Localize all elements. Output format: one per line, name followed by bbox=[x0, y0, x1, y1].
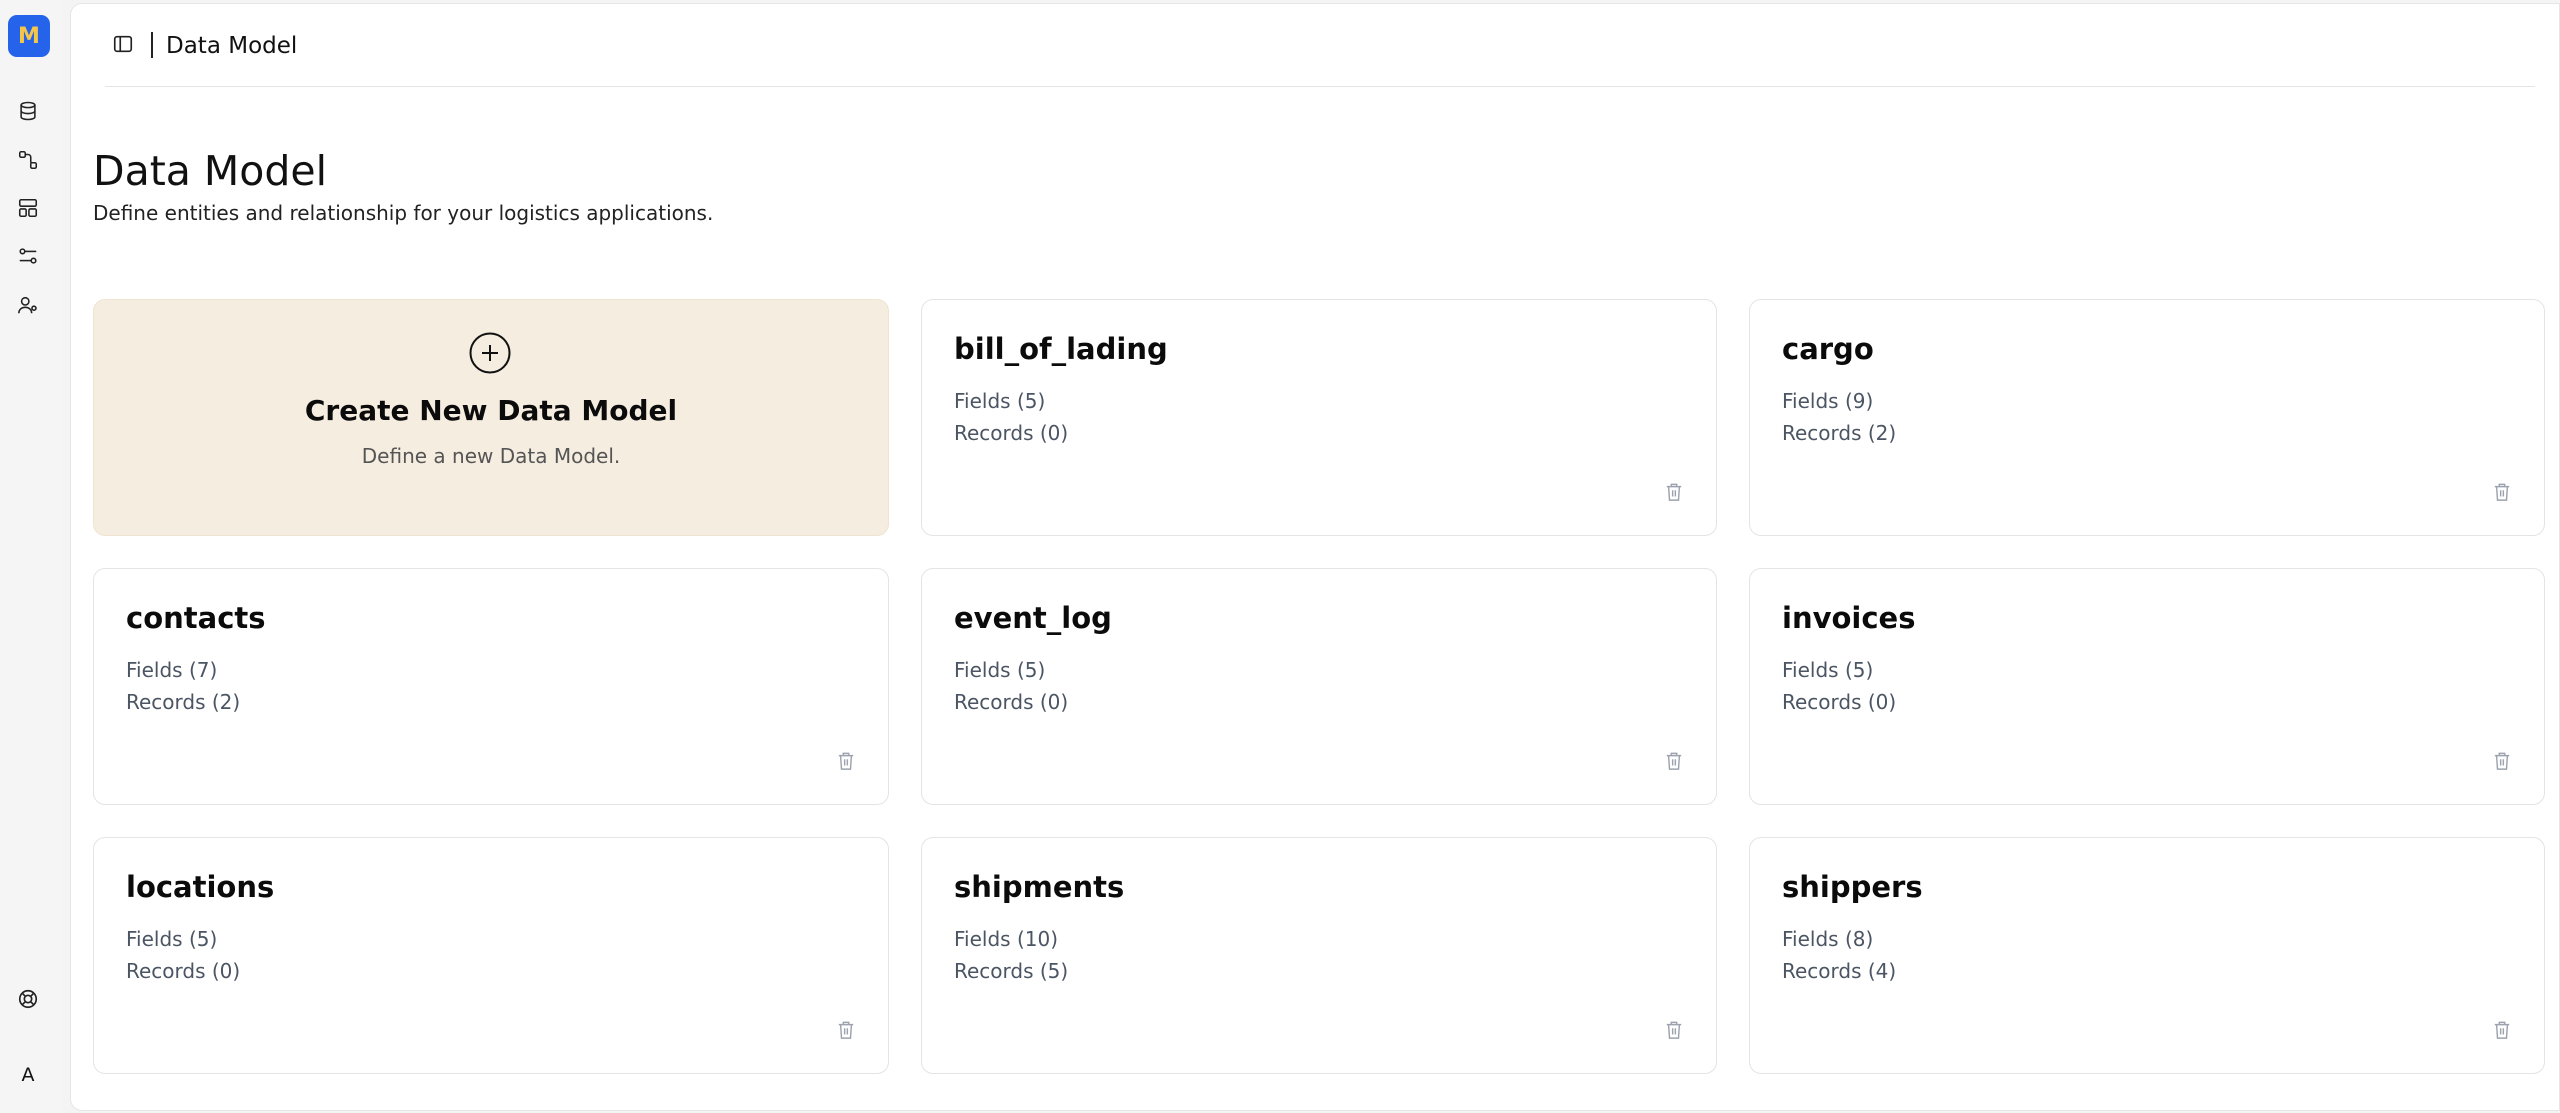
model-records-count: Records (2) bbox=[126, 690, 241, 714]
model-records-count: Records (0) bbox=[954, 690, 1069, 714]
trash-icon[interactable] bbox=[1664, 481, 1684, 503]
data-model-card[interactable]: bill_of_lading Fields (5) Records (0) bbox=[921, 299, 1717, 536]
model-name: bill_of_lading bbox=[954, 332, 1168, 366]
sidebar: M A bbox=[0, 0, 62, 1113]
model-fields-count: Fields (5) bbox=[954, 658, 1046, 682]
model-fields-count: Fields (10) bbox=[954, 927, 1058, 951]
model-name: shippers bbox=[1782, 870, 1923, 904]
model-fields-count: Fields (9) bbox=[1782, 389, 1874, 413]
lifebuoy-icon[interactable] bbox=[15, 986, 41, 1012]
trash-icon[interactable] bbox=[2492, 481, 2512, 503]
data-model-card[interactable]: shippers Fields (8) Records (4) bbox=[1749, 837, 2545, 1074]
model-name: locations bbox=[126, 870, 275, 904]
trash-icon[interactable] bbox=[1664, 1019, 1684, 1041]
model-name: contacts bbox=[126, 601, 266, 635]
model-fields-count: Fields (8) bbox=[1782, 927, 1874, 951]
layout-icon[interactable] bbox=[15, 195, 41, 221]
data-model-card[interactable]: shipments Fields (10) Records (5) bbox=[921, 837, 1717, 1074]
model-records-count: Records (0) bbox=[126, 959, 241, 983]
model-name: invoices bbox=[1782, 601, 1916, 635]
model-name: event_log bbox=[954, 601, 1112, 635]
header-divider bbox=[151, 32, 153, 58]
trash-icon[interactable] bbox=[836, 750, 856, 772]
model-fields-count: Fields (7) bbox=[126, 658, 218, 682]
create-data-model-card[interactable]: Create New Data Model Define a new Data … bbox=[93, 299, 889, 536]
page-title: Data Model bbox=[93, 147, 328, 195]
model-name: cargo bbox=[1782, 332, 1874, 366]
model-records-count: Records (4) bbox=[1782, 959, 1897, 983]
trash-icon[interactable] bbox=[2492, 750, 2512, 772]
database-icon[interactable] bbox=[15, 98, 41, 124]
model-records-count: Records (0) bbox=[1782, 690, 1897, 714]
data-model-card[interactable]: contacts Fields (7) Records (2) bbox=[93, 568, 889, 805]
sidebar-toggle-icon[interactable] bbox=[111, 32, 135, 56]
model-fields-count: Fields (5) bbox=[1782, 658, 1874, 682]
model-records-count: Records (0) bbox=[954, 421, 1069, 445]
trash-icon[interactable] bbox=[2492, 1019, 2512, 1041]
data-model-card[interactable]: cargo Fields (9) Records (2) bbox=[1749, 299, 2545, 536]
model-fields-count: Fields (5) bbox=[954, 389, 1046, 413]
user-avatar[interactable]: A bbox=[10, 1057, 46, 1093]
data-model-card[interactable]: invoices Fields (5) Records (0) bbox=[1749, 568, 2545, 805]
app: M A Data Model Data Model Define entitie… bbox=[0, 0, 2560, 1113]
settings-sliders-icon[interactable] bbox=[15, 243, 41, 269]
header-title: Data Model bbox=[166, 33, 298, 59]
relationships-icon[interactable] bbox=[15, 147, 41, 173]
model-records-count: Records (2) bbox=[1782, 421, 1897, 445]
app-logo[interactable]: M bbox=[8, 15, 50, 57]
page-subtitle: Define entities and relationship for you… bbox=[93, 201, 714, 225]
top-bar bbox=[105, 4, 2535, 87]
data-model-card[interactable]: event_log Fields (5) Records (0) bbox=[921, 568, 1717, 805]
plus-circle-icon bbox=[469, 332, 511, 374]
model-fields-count: Fields (5) bbox=[126, 927, 218, 951]
data-model-card[interactable]: locations Fields (5) Records (0) bbox=[93, 837, 889, 1074]
users-icon[interactable] bbox=[15, 292, 41, 318]
trash-icon[interactable] bbox=[1664, 750, 1684, 772]
create-card-title: Create New Data Model bbox=[304, 394, 678, 427]
create-card-subtitle: Define a new Data Model. bbox=[361, 444, 621, 468]
main-panel: Data Model Data Model Define entities an… bbox=[70, 3, 2560, 1111]
trash-icon[interactable] bbox=[836, 1019, 856, 1041]
model-records-count: Records (5) bbox=[954, 959, 1069, 983]
model-name: shipments bbox=[954, 870, 1125, 904]
